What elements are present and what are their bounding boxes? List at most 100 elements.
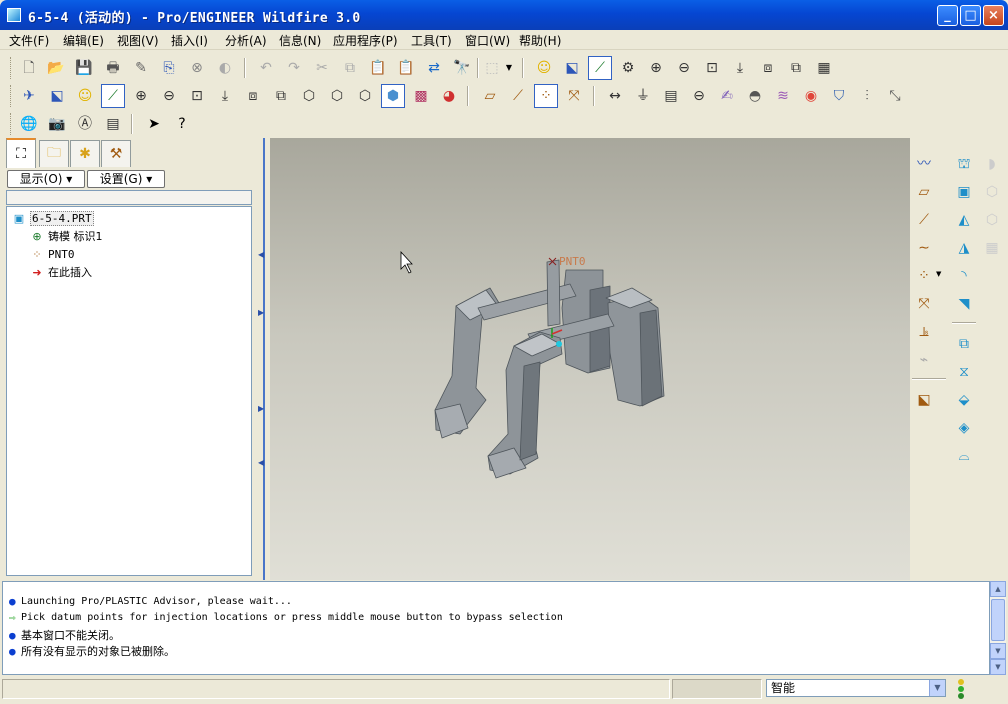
texture-icon[interactable]: ▩ — [409, 84, 433, 108]
refit-icon[interactable]: ⊡ — [185, 84, 209, 108]
tree-item-insert-here[interactable]: ➜ 在此插入 — [29, 263, 92, 281]
paste-icon[interactable]: 📋 — [366, 56, 390, 80]
datum-curve-icon[interactable]: ∼ — [912, 236, 936, 260]
paste-special-icon[interactable]: 📋 — [394, 56, 418, 80]
datum-axis-toggle-icon[interactable]: ⟋ — [506, 84, 530, 108]
boundary-blend-icon[interactable]: ⌓ — [952, 444, 976, 468]
scroll-thumb[interactable] — [991, 599, 1005, 641]
datum-csys-icon[interactable]: ⤧ — [912, 292, 936, 316]
zoom-in-icon[interactable]: ⊕ — [644, 56, 668, 80]
sketch-icon[interactable]: ⬕ — [912, 388, 936, 412]
smiley-icon[interactable]: ☺ — [532, 56, 556, 80]
close-button[interactable]: × — [983, 5, 1004, 26]
tree-item-part[interactable]: ▣ 6-5-4.PRT — [11, 209, 94, 227]
wave-icon[interactable]: ≋ — [771, 84, 795, 108]
rib-icon[interactable]: ◭ — [952, 208, 976, 232]
selection-filter-select[interactable]: 智能 ▼ — [766, 679, 946, 697]
surface-finish-icon[interactable]: ⊖ — [687, 84, 711, 108]
menu-insert[interactable]: 插入(I) — [171, 32, 208, 49]
trim-icon[interactable]: ◈ — [952, 416, 976, 440]
save-copy-icon[interactable]: ⎘ — [157, 56, 181, 80]
note-icon[interactable]: ✍ — [715, 84, 739, 108]
menu-edit[interactable]: 编辑(E) — [63, 32, 104, 49]
open-icon[interactable]: 📂 — [44, 56, 68, 80]
named-view-icon[interactable]: ⬕ — [560, 56, 584, 80]
message-scrollbar[interactable]: ▲ ▼ ▼ — [990, 581, 1006, 675]
chevron-down-icon[interactable]: ▼ — [929, 680, 945, 696]
zoom-in-icon[interactable]: ⊕ — [129, 84, 153, 108]
drawing-icon[interactable]: ▤ — [101, 112, 125, 136]
reorient-icon[interactable]: ⤓ — [213, 84, 237, 108]
tab-favorites[interactable]: ✱ — [70, 140, 100, 167]
cosmetic-icon[interactable]: ◓ — [743, 84, 767, 108]
round-icon[interactable]: ◝ — [952, 264, 976, 288]
gauge-icon[interactable]: ⫶ — [855, 84, 879, 108]
shading-icon[interactable]: ⬢ — [381, 84, 405, 108]
dimension-icon[interactable]: ↔ — [603, 84, 627, 108]
datum-axis-icon[interactable]: ⟋ — [101, 84, 125, 108]
minimize-button[interactable]: _ — [937, 5, 958, 26]
menu-help[interactable]: 帮助(H) — [519, 32, 561, 49]
find-icon[interactable]: 🔭 — [450, 56, 474, 80]
datum-point-icon[interactable]: ⁘ — [912, 264, 936, 288]
datum-axis-icon[interactable]: ⟋ — [912, 208, 936, 232]
camera-icon[interactable]: 📷 — [45, 112, 69, 136]
color-map-icon[interactable]: ◉ — [799, 84, 823, 108]
regenerate-icon[interactable]: ⇄ — [422, 56, 446, 80]
no-hidden-icon[interactable]: ⬡ — [353, 84, 377, 108]
mirror-icon[interactable]: ⧖ — [952, 360, 976, 384]
pattern-icon[interactable]: ▦ — [980, 236, 1004, 260]
sign-icon[interactable]: ⛉ — [827, 84, 851, 108]
menu-applications[interactable]: 应用程序(P) — [333, 32, 398, 49]
show-menu-button[interactable]: 显示(O) ▾ — [7, 170, 85, 188]
collapse-left-icon[interactable]: ◀ — [258, 458, 264, 467]
refit-icon[interactable]: ⊡ — [700, 56, 724, 80]
tree-item-pnt0[interactable]: ⁘ PNT0 — [29, 245, 74, 263]
save-icon[interactable]: 💾 — [72, 56, 96, 80]
datum-point-toggle-icon[interactable]: ⁘ — [534, 84, 558, 108]
erase-icon[interactable]: ⊗ — [185, 56, 209, 80]
expand-right-icon[interactable]: ▶ — [258, 404, 264, 413]
toolbar-grip[interactable] — [10, 113, 13, 135]
table-icon[interactable]: ▤ — [659, 84, 683, 108]
graphics-viewport[interactable]: PNT0 — [270, 138, 910, 580]
sweep-icon[interactable]: ⬡ — [980, 180, 1004, 204]
tab-folder-browser[interactable]: 🗀 — [39, 140, 69, 167]
select-arrow-icon[interactable]: ➤ — [142, 112, 166, 136]
hide-icon[interactable]: ◐ — [213, 56, 237, 80]
model-tree-icon[interactable]: ▦ — [812, 56, 836, 80]
ref-icon[interactable]: ⌁ — [912, 348, 936, 372]
dropdown-icon[interactable]: ▼ — [503, 56, 515, 80]
zoom-out-icon[interactable]: ⊖ — [157, 84, 181, 108]
smiley-icon[interactable]: ☺ — [73, 84, 97, 108]
expand-right-icon[interactable]: ▶ — [258, 308, 264, 317]
layers-icon[interactable]: ⧉ — [269, 84, 293, 108]
undo-icon[interactable]: ↶ — [254, 56, 278, 80]
globe-icon[interactable]: 🌐 — [17, 112, 41, 136]
view-manager-icon[interactable]: ⧈ — [756, 56, 780, 80]
wizard-icon[interactable]: ✈ — [17, 84, 41, 108]
menu-analysis[interactable]: 分析(A) — [225, 32, 267, 49]
datum-plane-toggle-icon[interactable]: ▱ — [478, 84, 502, 108]
analysis-feature-icon[interactable]: ⫡ — [912, 320, 936, 344]
menu-view[interactable]: 视图(V) — [117, 32, 159, 49]
tab-model-tree[interactable]: ⛶ — [6, 138, 36, 168]
menu-window[interactable]: 窗口(W) — [465, 32, 510, 49]
reorient-icon[interactable]: ⤓ — [728, 56, 752, 80]
settings-menu-button[interactable]: 设置(G) ▾ — [87, 170, 165, 188]
print-icon[interactable]: 🖶 — [101, 56, 125, 80]
scroll-end-icon[interactable]: ▼ — [990, 659, 1006, 675]
toolbar-grip[interactable] — [10, 57, 13, 79]
layers-icon[interactable]: ⧉ — [784, 56, 808, 80]
menu-tools[interactable]: 工具(T) — [411, 32, 452, 49]
chevron-down-icon[interactable]: ▼ — [936, 270, 941, 278]
extrude-icon[interactable]: ⛫ — [952, 152, 976, 176]
new-file-icon[interactable]: 🗋 — [17, 56, 41, 80]
zoom-out-icon[interactable]: ⊖ — [672, 56, 696, 80]
tab-connections[interactable]: ⚒ — [101, 140, 131, 167]
collapse-left-icon[interactable]: ◀ — [258, 250, 264, 259]
sketch-icon[interactable]: ⬕ — [45, 84, 69, 108]
chamfer-icon[interactable]: ◥ — [952, 292, 976, 316]
blend-icon[interactable]: ⬡ — [980, 208, 1004, 232]
datum-plane-icon[interactable]: ▱ — [912, 180, 936, 204]
